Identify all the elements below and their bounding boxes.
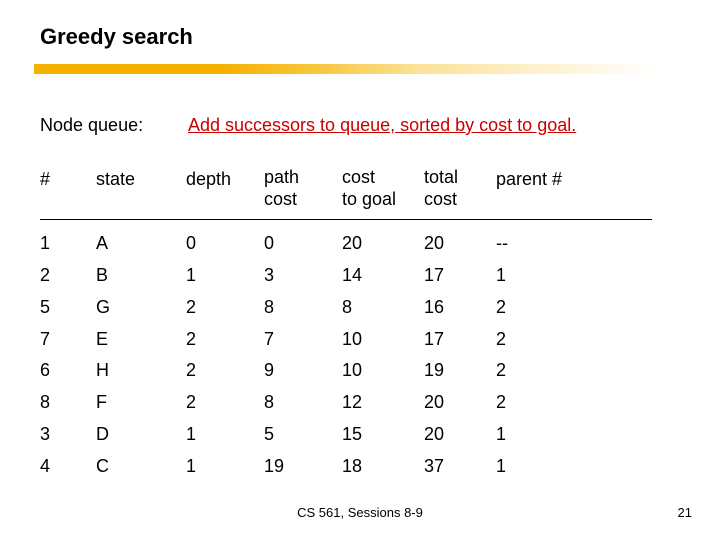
table-cell: 3 bbox=[40, 421, 96, 449]
table-cell: 1 bbox=[496, 453, 616, 481]
table-cell: 17 bbox=[424, 262, 496, 290]
table-cell: 1 bbox=[496, 262, 616, 290]
col-depth: depth bbox=[186, 166, 264, 211]
table-cell: 5 bbox=[40, 294, 96, 322]
intro-line: Node queue: Add successors to queue, sor… bbox=[40, 112, 680, 140]
table-cell: 20 bbox=[424, 421, 496, 449]
col-cost-goal-l1: cost bbox=[342, 167, 375, 187]
table-cell: 20 bbox=[424, 389, 496, 417]
table-cell: 2 bbox=[40, 262, 96, 290]
col-path-cost: path cost bbox=[264, 166, 342, 211]
table-cell: 9 bbox=[264, 357, 342, 385]
table-cell: H bbox=[96, 357, 186, 385]
intro-label: Node queue: bbox=[40, 112, 160, 140]
table-cell: 1 bbox=[186, 262, 264, 290]
col-state: state bbox=[96, 166, 186, 211]
table-cell: F bbox=[96, 389, 186, 417]
col-num: # bbox=[40, 166, 96, 211]
table-cell: 2 bbox=[186, 389, 264, 417]
table-cell: G bbox=[96, 294, 186, 322]
table-cell: 0 bbox=[186, 230, 264, 258]
table-cell: 0 bbox=[264, 230, 342, 258]
table-cell: 37 bbox=[424, 453, 496, 481]
queue-table: # state depth path cost cost to goal tot… bbox=[40, 166, 680, 481]
table-cell: 2 bbox=[496, 389, 616, 417]
table-cell: 7 bbox=[40, 326, 96, 354]
table-cell: B bbox=[96, 262, 186, 290]
slide: Greedy search Node queue: Add successors… bbox=[0, 0, 720, 540]
table-cell: 14 bbox=[342, 262, 424, 290]
col-total-cost-l1: total bbox=[424, 167, 458, 187]
table-cell: 10 bbox=[342, 326, 424, 354]
table-cell: 20 bbox=[342, 230, 424, 258]
table-cell: 6 bbox=[40, 357, 96, 385]
footer-center: CS 561, Sessions 8-9 bbox=[297, 505, 423, 520]
table-cell: 2 bbox=[186, 294, 264, 322]
table-cell: 1 bbox=[496, 421, 616, 449]
table-divider bbox=[40, 219, 652, 220]
table-cell: 16 bbox=[424, 294, 496, 322]
table-cell: 4 bbox=[40, 453, 96, 481]
table-cell: 20 bbox=[424, 230, 496, 258]
col-path-cost-l2: cost bbox=[264, 189, 297, 209]
col-cost-goal-l2: to goal bbox=[342, 189, 396, 209]
table-cell: 8 bbox=[264, 294, 342, 322]
table-cell: 1 bbox=[40, 230, 96, 258]
title-underline bbox=[34, 64, 656, 74]
table-cell: 19 bbox=[264, 453, 342, 481]
table-cell: 2 bbox=[186, 326, 264, 354]
table-cell: 2 bbox=[496, 357, 616, 385]
table-cell: D bbox=[96, 421, 186, 449]
slide-title: Greedy search bbox=[40, 24, 193, 50]
table-cell: 2 bbox=[496, 294, 616, 322]
table-cell: 3 bbox=[264, 262, 342, 290]
table-cell: C bbox=[96, 453, 186, 481]
table-cell: 19 bbox=[424, 357, 496, 385]
slide-body: Node queue: Add successors to queue, sor… bbox=[40, 112, 680, 481]
slide-number: 21 bbox=[678, 505, 692, 520]
table-cell: 5 bbox=[264, 421, 342, 449]
table-cell: 1 bbox=[186, 421, 264, 449]
table-cell: 12 bbox=[342, 389, 424, 417]
table-cell: 2 bbox=[496, 326, 616, 354]
table-cell: 1 bbox=[186, 453, 264, 481]
table-cell: 8 bbox=[264, 389, 342, 417]
table-cell: 8 bbox=[40, 389, 96, 417]
table-cell: 7 bbox=[264, 326, 342, 354]
table-cell: 10 bbox=[342, 357, 424, 385]
intro-text: Add successors to queue, sorted by cost … bbox=[188, 112, 576, 140]
col-parent: parent # bbox=[496, 166, 616, 211]
col-total-cost-l2: cost bbox=[424, 189, 457, 209]
table-cell: 18 bbox=[342, 453, 424, 481]
table-cell: 15 bbox=[342, 421, 424, 449]
col-path-cost-l1: path bbox=[264, 167, 299, 187]
col-cost-goal: cost to goal bbox=[342, 166, 424, 211]
table-cell: E bbox=[96, 326, 186, 354]
table-cell: 17 bbox=[424, 326, 496, 354]
table-cell: A bbox=[96, 230, 186, 258]
col-total-cost: total cost bbox=[424, 166, 496, 211]
table-cell: -- bbox=[496, 230, 616, 258]
table-cell: 8 bbox=[342, 294, 424, 322]
table-cell: 2 bbox=[186, 357, 264, 385]
